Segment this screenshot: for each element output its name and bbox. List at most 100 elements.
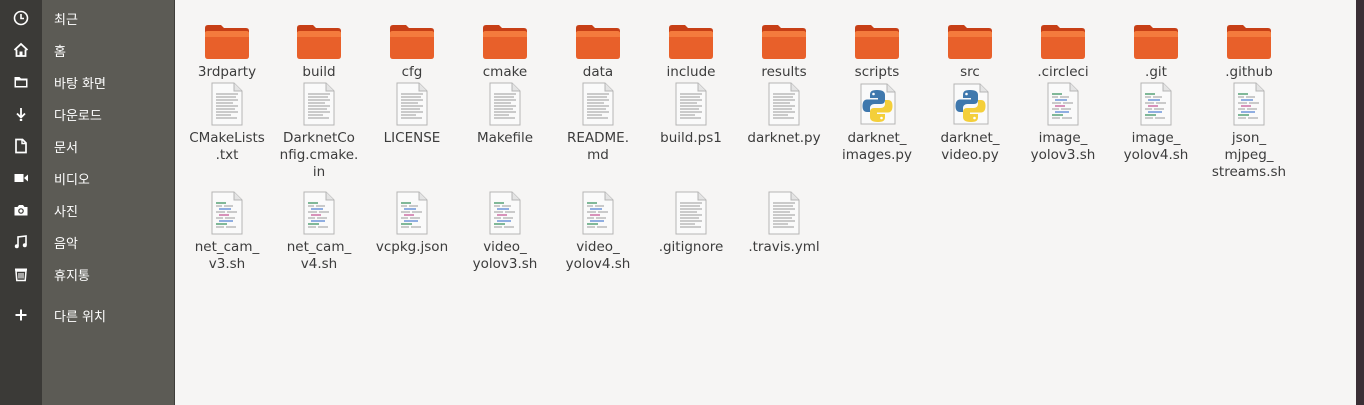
python-file-icon [854, 78, 900, 126]
sidebar: 최근 홈 바탕 화면 다운로드 문서 비디오 사진 음악 휴지통 다른 위치 [0, 0, 175, 405]
file-name: LICENSE [383, 130, 441, 146]
script-file-icon [1133, 78, 1179, 126]
file-name: image_ yolov4.sh [1123, 130, 1189, 163]
folder-item[interactable]: data [552, 12, 644, 81]
sidebar-item-videos[interactable]: 비디오 [0, 162, 174, 194]
script-file-item[interactable]: vcpkg.json [366, 187, 458, 256]
script-file-item[interactable]: net_cam_ v3.sh [181, 187, 273, 273]
trash-icon [0, 266, 42, 282]
folder-item[interactable]: .circleci [1017, 12, 1109, 81]
script-file-item[interactable]: image_ yolov3.sh [1017, 78, 1109, 164]
folder-icon [1133, 12, 1179, 60]
folder-icon [575, 12, 621, 60]
text-file-item[interactable]: darknet.py [738, 78, 830, 147]
folder-item[interactable]: cmake [459, 12, 551, 81]
file-name: net_cam_ v4.sh [286, 239, 352, 272]
sidebar-item-label: 다운로드 [54, 108, 102, 124]
folder-icon [947, 12, 993, 60]
sidebar-item-label: 사진 [54, 204, 78, 220]
folder-icon [854, 12, 900, 60]
file-name: video_ yolov4.sh [565, 239, 631, 272]
sidebar-item-label: 휴지통 [54, 268, 90, 284]
file-name: darknet.py [747, 130, 821, 146]
folder-icon [1226, 12, 1272, 60]
folder-item[interactable]: include [645, 12, 737, 81]
home-icon [0, 42, 42, 58]
file-name: darknet_ images.py [842, 130, 912, 163]
text-file-item[interactable]: .travis.yml [738, 187, 830, 256]
text-file-icon [389, 78, 435, 126]
script-file-icon [482, 187, 528, 235]
folder-item[interactable]: .github [1203, 12, 1295, 81]
folder-icon [0, 74, 42, 90]
sidebar-item-documents[interactable]: 문서 [0, 130, 174, 162]
script-file-icon [389, 187, 435, 235]
text-file-item[interactable]: DarknetCo nfig.cmake. in [273, 78, 365, 181]
folder-item[interactable]: .git [1110, 12, 1202, 81]
sidebar-item-label: 음악 [54, 236, 78, 252]
file-name: README. md [566, 130, 629, 163]
video-icon [0, 170, 42, 186]
script-file-item[interactable]: image_ yolov4.sh [1110, 78, 1202, 164]
script-file-item[interactable]: video_ yolov3.sh [459, 187, 551, 273]
file-grid: 3rdparty build cfg cmake data include re… [175, 0, 1356, 405]
clock-icon [0, 10, 42, 26]
script-file-icon [296, 187, 342, 235]
sidebar-item-recent[interactable]: 최근 [0, 2, 174, 34]
folder-item[interactable]: 3rdparty [181, 12, 273, 81]
file-name: .travis.yml [748, 239, 820, 255]
camera-icon [0, 202, 42, 218]
sidebar-item-trash[interactable]: 휴지통 [0, 258, 174, 290]
file-name: darknet_ video.py [940, 130, 1000, 163]
sidebar-item-desktop[interactable]: 바탕 화면 [0, 66, 174, 98]
sidebar-item-music[interactable]: 음악 [0, 226, 174, 258]
folder-icon [668, 12, 714, 60]
folder-item[interactable]: cfg [366, 12, 458, 81]
script-file-item[interactable]: video_ yolov4.sh [552, 187, 644, 273]
script-file-item[interactable]: net_cam_ v4.sh [273, 187, 365, 273]
text-file-item[interactable]: CMakeLists .txt [181, 78, 273, 164]
music-icon [0, 234, 42, 250]
sidebar-item-other-locations[interactable]: 다른 위치 [0, 299, 174, 331]
text-file-item[interactable]: build.ps1 [645, 78, 737, 147]
script-file-icon [1040, 78, 1086, 126]
document-icon [0, 138, 42, 154]
python-file-item[interactable]: darknet_ video.py [924, 78, 1016, 164]
python-file-item[interactable]: darknet_ images.py [831, 78, 923, 164]
text-file-icon [296, 78, 342, 126]
text-file-item[interactable]: README. md [552, 78, 644, 164]
text-file-item[interactable]: Makefile [459, 78, 551, 147]
sidebar-item-label: 다른 위치 [54, 309, 106, 325]
text-file-item[interactable]: LICENSE [366, 78, 458, 147]
text-file-icon [761, 187, 807, 235]
file-name: vcpkg.json [375, 239, 449, 255]
file-name: image_ yolov3.sh [1030, 130, 1096, 163]
text-file-item[interactable]: .gitignore [645, 187, 737, 256]
sidebar-item-label: 바탕 화면 [54, 76, 106, 92]
sidebar-item-home[interactable]: 홈 [0, 34, 174, 66]
folder-icon [761, 12, 807, 60]
download-icon [0, 106, 42, 122]
folder-item[interactable]: results [738, 12, 830, 81]
sidebar-item-label: 홈 [54, 44, 66, 60]
sidebar-item-label: 최근 [54, 12, 78, 28]
file-name: net_cam_ v3.sh [194, 239, 260, 272]
plus-icon [0, 308, 42, 322]
text-file-icon [668, 78, 714, 126]
folder-item[interactable]: src [924, 12, 1016, 81]
text-file-icon [482, 78, 528, 126]
sidebar-item-downloads[interactable]: 다운로드 [0, 98, 174, 130]
file-name: json_ mjpeg_ streams.sh [1211, 130, 1287, 180]
folder-item[interactable]: build [273, 12, 365, 81]
folder-icon [1040, 12, 1086, 60]
file-name: CMakeLists .txt [189, 130, 265, 163]
text-file-icon [204, 78, 250, 126]
file-name: build.ps1 [660, 130, 722, 146]
script-file-icon [1226, 78, 1272, 126]
text-file-icon [761, 78, 807, 126]
folder-item[interactable]: scripts [831, 12, 923, 81]
script-file-item[interactable]: json_ mjpeg_ streams.sh [1203, 78, 1295, 181]
sidebar-item-label: 비디오 [54, 172, 90, 188]
sidebar-item-label: 문서 [54, 140, 78, 156]
sidebar-item-pictures[interactable]: 사진 [0, 194, 174, 226]
